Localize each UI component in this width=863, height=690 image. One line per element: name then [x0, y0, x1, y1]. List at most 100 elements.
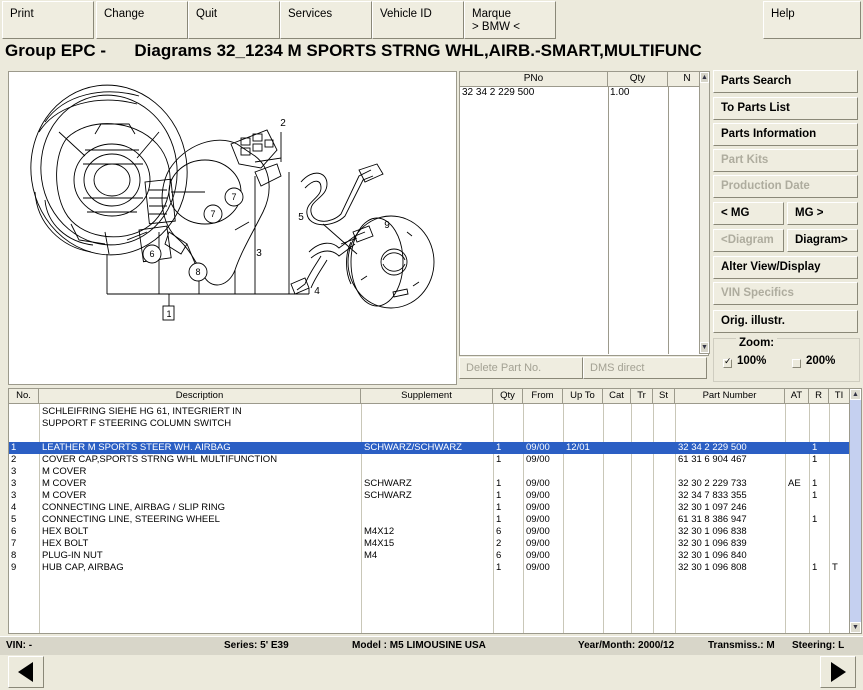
parts-picked-list[interactable]: PNo Qty N 32 34 2 229 500 1.00 [459, 71, 709, 356]
column-header-st[interactable]: St [653, 389, 675, 403]
menu-item-marque[interactable]: Marque > BMW < [464, 1, 556, 39]
column-header-cat[interactable]: Cat [603, 389, 631, 403]
cell-description: HEX BOLT [42, 526, 89, 537]
cell-cat [606, 526, 630, 538]
table-row[interactable]: 3 M COVER SCHWARZ 1 09/00 32 30 2 229 733 AE 1 [9, 478, 861, 490]
cell-qty: 1 [496, 454, 502, 465]
menu-item-services[interactable]: Services [280, 1, 372, 39]
table-row[interactable]: 1 LEATHER M SPORTS STEER WH. AIRBAG SCHWAR… [9, 442, 861, 454]
zoom-200-checkbox[interactable] [792, 359, 801, 368]
cell-tr [634, 526, 652, 538]
cell-st [656, 430, 674, 442]
column-header-qty[interactable]: Qty [608, 72, 668, 86]
cell-supplement: M4X12 [364, 526, 395, 537]
cell-tr [634, 454, 652, 466]
cell-cat [606, 502, 630, 514]
table-row[interactable]: SUPPORT F STEERING COLUMN SWITCH [9, 418, 861, 430]
menu-item-help[interactable]: Help [763, 1, 861, 39]
column-header-from[interactable]: From [523, 389, 563, 403]
prev-mg-button[interactable]: < MG [713, 202, 784, 225]
menu-item-change[interactable]: Change [96, 1, 188, 39]
next-diagram-button[interactable]: Diagram> [787, 229, 858, 252]
column-header-upto[interactable]: Up To [563, 389, 603, 403]
table-row[interactable]: 6 HEX BOLT M4X12 6 09/00 32 30 1 096 838 [9, 526, 861, 538]
diagram-illustration[interactable]: 6 8 7 7 1 2 3 4 5 9 6 7 8 [8, 71, 457, 385]
scroll-up-icon[interactable]: ▲ [700, 72, 709, 83]
column-header-no[interactable]: No. [9, 389, 39, 403]
right-arrow-icon [831, 662, 846, 682]
orig-illustr-button[interactable]: Orig. illustr. [713, 310, 858, 333]
cell-supplement [364, 466, 492, 478]
table-row[interactable]: 3 M COVER SCHWARZ 1 09/00 32 34 7 833 355 1 [9, 490, 861, 502]
scroll-up-icon[interactable]: ▲ [850, 389, 861, 400]
cell-qty: 1 [496, 514, 502, 525]
table-row[interactable]: SCHLEIFRING SIEHE HG 61, INTEGRIERT IN [9, 406, 861, 418]
column-header-tr[interactable]: Tr [631, 389, 653, 403]
table-row[interactable]: 9 HUB CAP, AIRBAG 1 09/00 32 30 1 096 808 1 T [9, 562, 861, 574]
cell-r [812, 406, 828, 418]
menu-item-print[interactable]: Print [2, 1, 94, 39]
cell-part-number: 32 30 1 096 838 [678, 526, 747, 537]
zoom-100-label[interactable]: 100% [737, 355, 766, 367]
parts-search-button[interactable]: Parts Search [713, 70, 858, 93]
cell-ti [832, 526, 849, 538]
column-header-at[interactable]: AT [785, 389, 809, 403]
cell-supplement [364, 430, 492, 442]
cell-no: 7 [11, 538, 17, 549]
cell-ti [832, 514, 849, 526]
column-header-supplement[interactable]: Supplement [361, 389, 493, 403]
dms-direct-button[interactable]: DMS direct [583, 357, 707, 379]
menu-item-label: Marque [472, 8, 511, 20]
previous-page-button[interactable] [8, 656, 44, 688]
zoom-100-checkbox[interactable] [723, 356, 732, 368]
table-row[interactable]: 3 M COVER [9, 466, 861, 478]
table-row[interactable]: 7 HEX BOLT M4X15 2 09/00 32 30 1 096 839 [9, 538, 861, 550]
table-row[interactable]: 4 CONNECTING LINE, AIRBAG / SLIP RING 1 09/… [9, 502, 861, 514]
menu-item-vehicle-id[interactable]: Vehicle ID [372, 1, 464, 39]
parts-detail-table[interactable]: No. Description Supplement Qty From Up T… [8, 388, 862, 634]
parts-picked-actions: Delete Part No. DMS direct [459, 357, 707, 379]
parts-information-button[interactable]: Parts Information [713, 123, 858, 146]
cell-from: 09/00 [526, 502, 550, 513]
cell-description: M COVER [42, 478, 87, 489]
menu-item-quit[interactable]: Quit [188, 1, 280, 39]
cell-no [11, 430, 39, 442]
svg-text:7: 7 [231, 192, 236, 202]
cell-tr [634, 442, 652, 454]
cell-r: 1 [812, 514, 818, 525]
scroll-down-icon[interactable]: ▼ [850, 622, 861, 633]
parts-picked-scrollbar[interactable]: ▲ ▼ [699, 71, 710, 354]
table-row[interactable]: 8 PLUG-IN NUT M4 6 09/00 32 30 1 096 840 [9, 550, 861, 562]
parts-picked-row[interactable]: 32 34 2 229 500 1.00 [460, 87, 708, 99]
cell-description: PLUG-IN NUT [42, 550, 103, 561]
next-mg-button[interactable]: MG > [787, 202, 858, 225]
cell-no: 9 [11, 562, 17, 573]
cell-no: 2 [11, 454, 17, 465]
table-row[interactable]: 5 CONNECTING LINE, STEERING WHEEL 1 09/00 61… [9, 514, 861, 526]
table-row[interactable] [9, 430, 861, 442]
cell-tr [634, 562, 652, 574]
column-header-pno[interactable]: PNo [460, 72, 608, 86]
scroll-down-icon[interactable]: ▼ [700, 342, 709, 353]
cell-cat [606, 442, 630, 454]
column-header-ti[interactable]: TI [829, 389, 850, 403]
cell-tr [634, 406, 652, 418]
delete-part-no-button[interactable]: Delete Part No. [459, 357, 583, 379]
next-page-button[interactable] [820, 656, 856, 688]
cell-no [11, 406, 39, 418]
button-label: < MG [721, 207, 750, 219]
column-header-description[interactable]: Description [39, 389, 361, 403]
column-header-r[interactable]: R [809, 389, 829, 403]
cell-supplement: M4X15 [364, 538, 395, 549]
column-header-part-number[interactable]: Part Number [675, 389, 785, 403]
column-header-qty[interactable]: Qty [493, 389, 523, 403]
zoom-200-label[interactable]: 200% [806, 355, 835, 367]
parts-table-scrollbar[interactable]: ▲ ▼ [849, 389, 861, 633]
alter-view-display-button[interactable]: Alter View/Display [713, 256, 858, 279]
cell-part-number [678, 466, 784, 478]
zoom-group-label: Zoom: [736, 337, 778, 349]
to-parts-list-button[interactable]: To Parts List [713, 97, 858, 120]
cell-from: 09/00 [526, 514, 550, 525]
parts-table-header: No. Description Supplement Qty From Up T… [9, 389, 861, 404]
table-row[interactable]: 2 COVER CAP,SPORTS STRNG WHL MULTIFUNCTIO… [9, 454, 861, 466]
